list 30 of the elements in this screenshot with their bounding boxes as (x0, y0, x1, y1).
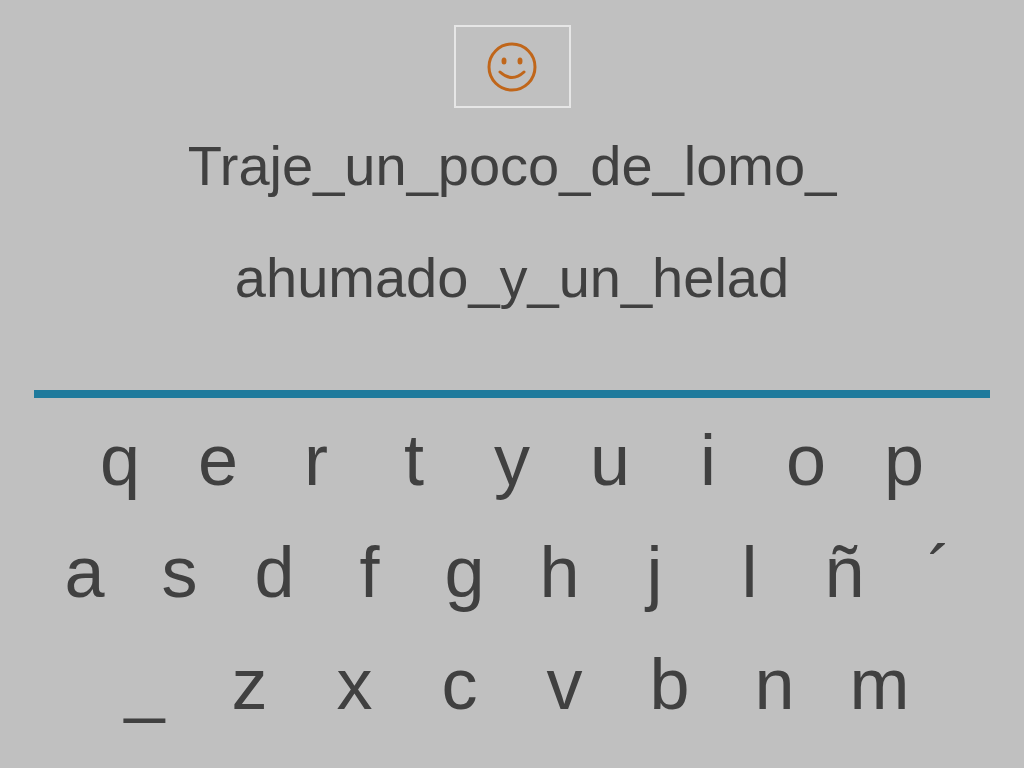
letter-key[interactable]: n (722, 642, 827, 726)
letter-key[interactable]: g (417, 530, 512, 614)
letter-key[interactable]: r (267, 418, 365, 502)
prompt-text: Traje_un_poco_de_lomo_ (187, 134, 837, 198)
letter-key[interactable]: q (71, 418, 169, 502)
letter-key[interactable]: o (757, 418, 855, 502)
letter-key[interactable]: d (227, 530, 322, 614)
letter-key[interactable]: ñ (797, 530, 892, 614)
letter-key[interactable]: ´ (892, 530, 987, 614)
letter-key[interactable]: t (365, 418, 463, 502)
letter-key[interactable]: _ (92, 642, 197, 726)
letter-key[interactable]: s (132, 530, 227, 614)
letter-key[interactable]: c (407, 642, 512, 726)
letter-key[interactable]: a (37, 530, 132, 614)
letter-key[interactable]: l (702, 530, 797, 614)
letter-key[interactable]: b (617, 642, 722, 726)
letter-key[interactable]: p (855, 418, 953, 502)
letter-key[interactable]: e (169, 418, 267, 502)
letter-key[interactable]: h (512, 530, 607, 614)
letter-key[interactable]: v (512, 642, 617, 726)
letter-key[interactable]: f (322, 530, 417, 614)
letter-key[interactable]: m (827, 642, 932, 726)
letter-key[interactable]: z (197, 642, 302, 726)
letter-key[interactable]: j (607, 530, 702, 614)
smiley-icon (486, 40, 538, 93)
letter-key[interactable]: u (561, 418, 659, 502)
prompt-text: ahumado_y_un_helad (234, 246, 790, 310)
letter-key[interactable]: x (302, 642, 407, 726)
letter-key[interactable]: i (659, 418, 757, 502)
letter-key[interactable]: y (463, 418, 561, 502)
